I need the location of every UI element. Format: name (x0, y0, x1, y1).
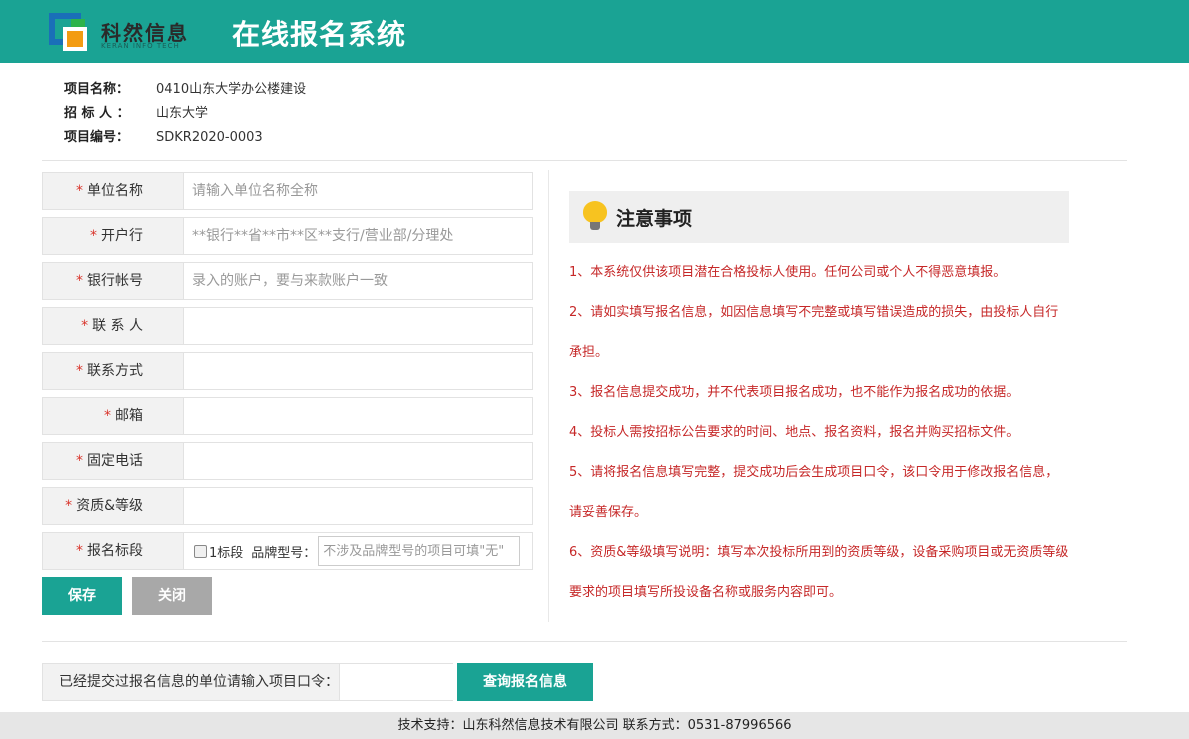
project-info: 项目名称： 0410山东大学办公楼建设 招 标 人 ： 山东大学 项目编号： S… (64, 80, 306, 152)
notice-item: 2、请如实填写报名信息，如因信息填写不完整或填写错误造成的损失，由投标人自行承担… (569, 305, 1059, 360)
email-row: * 邮箱 (42, 397, 533, 435)
save-button[interactable]: 保存 (42, 577, 122, 615)
logo-subtext: KERAN INFO TECH (101, 42, 180, 50)
notice-header: 注意事项 (569, 191, 1069, 243)
qualification-row: * 资质&等级 (42, 487, 533, 525)
landline-input[interactable] (184, 443, 532, 479)
contact-row: * 联 系 人 (42, 307, 533, 345)
project-code-label: 项目编号： (64, 130, 130, 145)
divider-bottom (42, 641, 1127, 642)
bank-input[interactable] (184, 218, 532, 254)
bank-row: * 开户行 (42, 217, 533, 255)
query-label: 已经提交过报名信息的单位请输入项目口令： (43, 664, 340, 700)
account-row: * 银行帐号 (42, 262, 533, 300)
project-code-row: 项目编号： SDKR2020-0003 (64, 128, 306, 152)
notice-list: 1、本系统仅供该项目潜在合格投标人使用。任何公司或个人不得恶意填报。 2、请如实… (569, 253, 1071, 613)
account-input[interactable] (184, 263, 532, 299)
landline-row: * 固定电话 (42, 442, 533, 480)
project-code-value: SDKR2020-0003 (156, 130, 263, 145)
notice-title: 注意事项 (616, 208, 693, 230)
project-name-row: 项目名称： 0410山东大学办公楼建设 (64, 80, 306, 104)
bank-label: * 开户行 (43, 218, 184, 254)
notice-item: 4、投标人需按招标公告要求的时间、地点、报名资料，报名并购买招标文件。 (569, 425, 1020, 440)
brand-label: 品牌型号： (251, 545, 317, 561)
notice-item: 1、本系统仅供该项目潜在合格投标人使用。任何公司或个人不得恶意填报。 (569, 265, 1007, 280)
tenderer-value: 山东大学 (156, 106, 209, 121)
lot-cell: 1标段 品牌型号： (184, 533, 532, 569)
email-input[interactable] (184, 398, 532, 434)
qualification-label: * 资质&等级 (43, 488, 184, 524)
phone-input[interactable] (184, 353, 532, 389)
notice-item: 6、资质&等级填写说明：填写本次投标所用到的资质等级，设备采购项目或无资质等级要… (569, 545, 1069, 600)
brand-input[interactable] (318, 536, 521, 566)
query-row: 已经提交过报名信息的单位请输入项目口令： (42, 663, 533, 701)
email-label: * 邮箱 (43, 398, 184, 434)
divider-top (42, 160, 1127, 161)
close-button[interactable]: 关闭 (132, 577, 212, 615)
project-name-value: 0410山东大学办公楼建设 (156, 82, 307, 97)
footer: 技术支持：山东科然信息技术有限公司 联系方式：0531-87996566 (0, 712, 1189, 739)
app-title: 在线报名系统 (232, 18, 407, 51)
logo-mark-icon (49, 13, 93, 53)
company-logo: 科然信息 KERAN INFO TECH (49, 13, 217, 53)
query-button[interactable]: 查询报名信息 (457, 663, 593, 701)
company-name-label: * 单位名称 (43, 173, 184, 209)
lot-label: * 报名标段 (43, 533, 184, 569)
phone-label: * 联系方式 (43, 353, 184, 389)
contact-label: * 联 系 人 (43, 308, 184, 344)
qualification-input[interactable] (184, 488, 532, 524)
notice-item: 3、报名信息提交成功，并不代表项目报名成功，也不能作为报名成功的依据。 (569, 385, 1020, 400)
lightbulb-icon (583, 201, 607, 233)
phone-row: * 联系方式 (42, 352, 533, 390)
divider-vertical (548, 170, 549, 622)
tenderer-label: 招 标 人 ： (64, 106, 130, 121)
company-name-input[interactable] (184, 173, 532, 209)
project-name-label: 项目名称： (64, 82, 130, 97)
header-bar: 科然信息 KERAN INFO TECH 在线报名系统 (0, 0, 1189, 63)
lot1-checkbox[interactable] (194, 544, 207, 558)
lot1-label: 1标段 (209, 545, 244, 561)
account-label: * 银行帐号 (43, 263, 184, 299)
company-name-row: * 单位名称 (42, 172, 533, 210)
contact-input[interactable] (184, 308, 532, 344)
lot-row: * 报名标段 1标段 品牌型号： (42, 532, 533, 570)
landline-label: * 固定电话 (43, 443, 184, 479)
notice-item: 5、请将报名信息填写完整，提交成功后会生成项目口令，该口令用于修改报名信息，请妥… (569, 465, 1059, 520)
tenderer-row: 招 标 人 ： 山东大学 (64, 104, 306, 128)
